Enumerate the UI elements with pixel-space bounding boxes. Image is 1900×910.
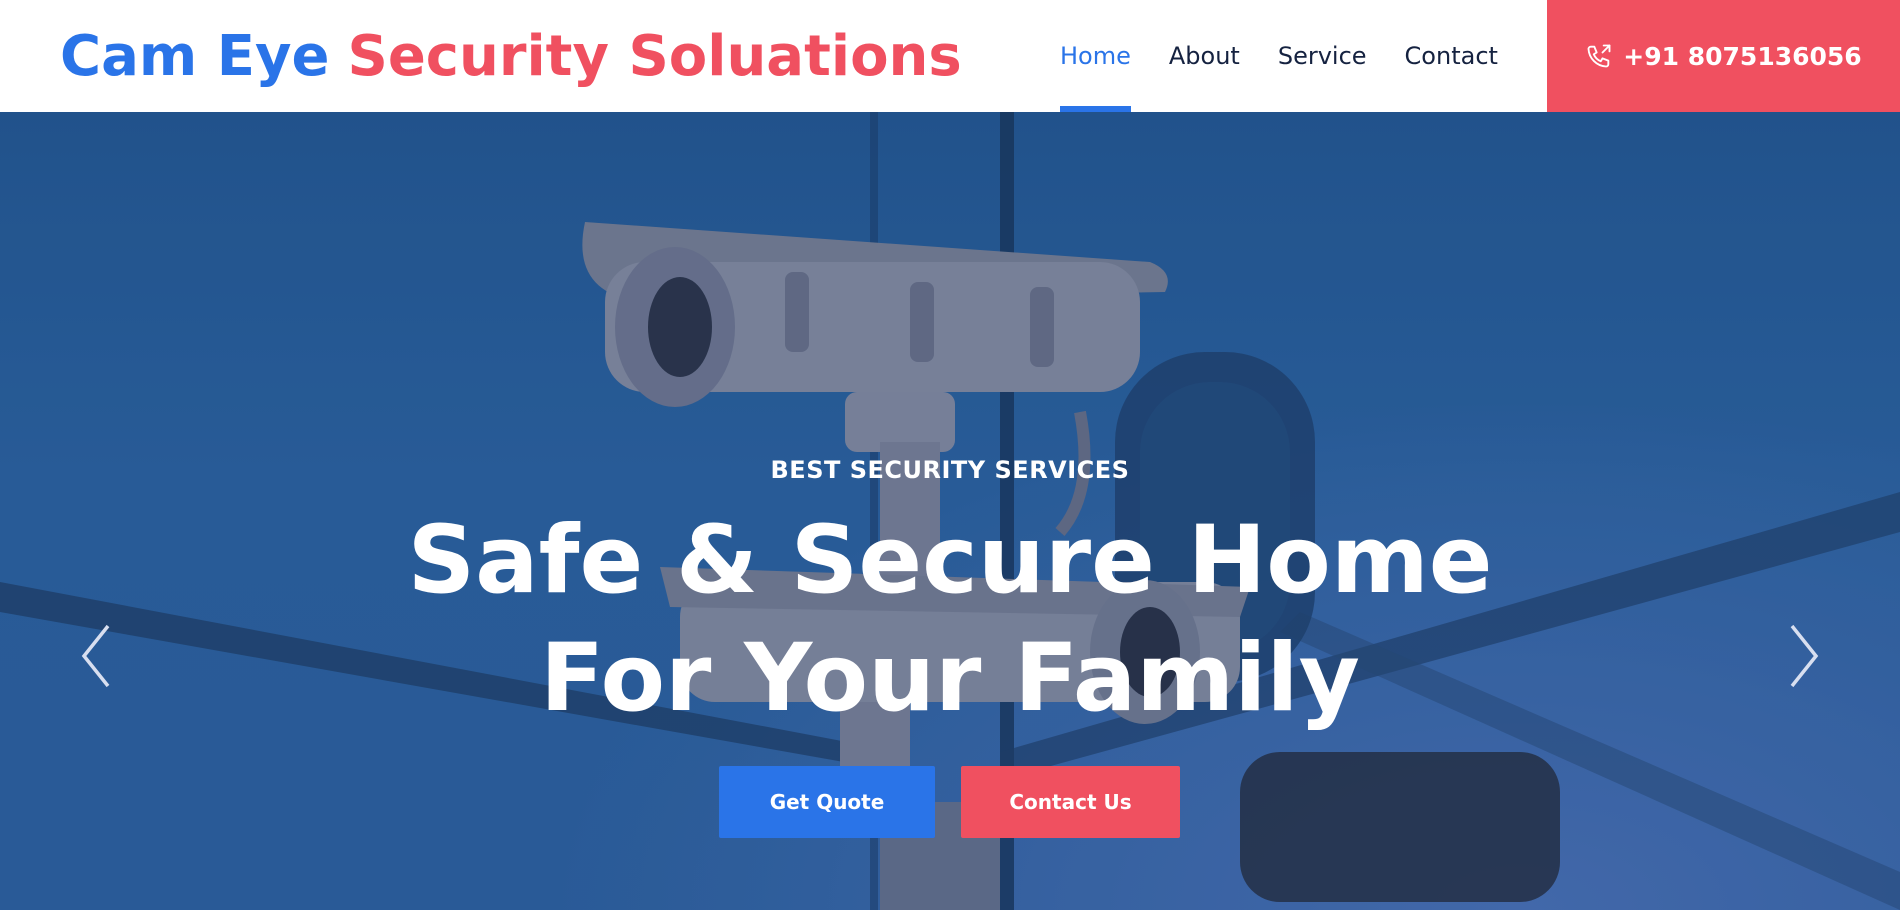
brand-name-primary: Cam Eye <box>60 23 330 89</box>
hero-headline: Safe & Secure Home For Your Family <box>0 502 1900 738</box>
nav-item-contact[interactable]: Contact <box>1405 0 1498 112</box>
phone-number: +91 8075136056 <box>1623 41 1862 71</box>
main-nav: Home About Service Contact <box>1060 0 1536 112</box>
hero-eyebrow: BEST SECURITY SERVICES <box>770 456 1130 484</box>
brand-name-accent: Security Soluations <box>347 23 962 89</box>
phone-outgoing-icon <box>1587 44 1611 68</box>
nav-item-service[interactable]: Service <box>1278 0 1367 112</box>
contact-us-button[interactable]: Contact Us <box>961 766 1180 838</box>
get-quote-button[interactable]: Get Quote <box>719 766 935 838</box>
hero-content: BEST SECURITY SERVICES Safe & Secure Hom… <box>0 112 1900 910</box>
hero-headline-line1: Safe & Secure Home <box>407 506 1493 615</box>
hero-headline-line2: For Your Family <box>540 624 1360 733</box>
carousel-prev-button[interactable] <box>74 616 118 696</box>
chevron-left-icon <box>81 624 110 688</box>
phone-call-button[interactable]: +91 8075136056 <box>1547 0 1900 112</box>
chevron-right-icon <box>1790 624 1819 688</box>
nav-item-about[interactable]: About <box>1169 0 1240 112</box>
navbar: Cam Eye Security Soluations Home About S… <box>0 0 1900 112</box>
brand-logo[interactable]: Cam Eye Security Soluations <box>60 0 962 112</box>
carousel-next-button[interactable] <box>1782 616 1826 696</box>
nav-item-home[interactable]: Home <box>1060 0 1131 112</box>
hero-carousel: BEST SECURITY SERVICES Safe & Secure Hom… <box>0 112 1900 910</box>
